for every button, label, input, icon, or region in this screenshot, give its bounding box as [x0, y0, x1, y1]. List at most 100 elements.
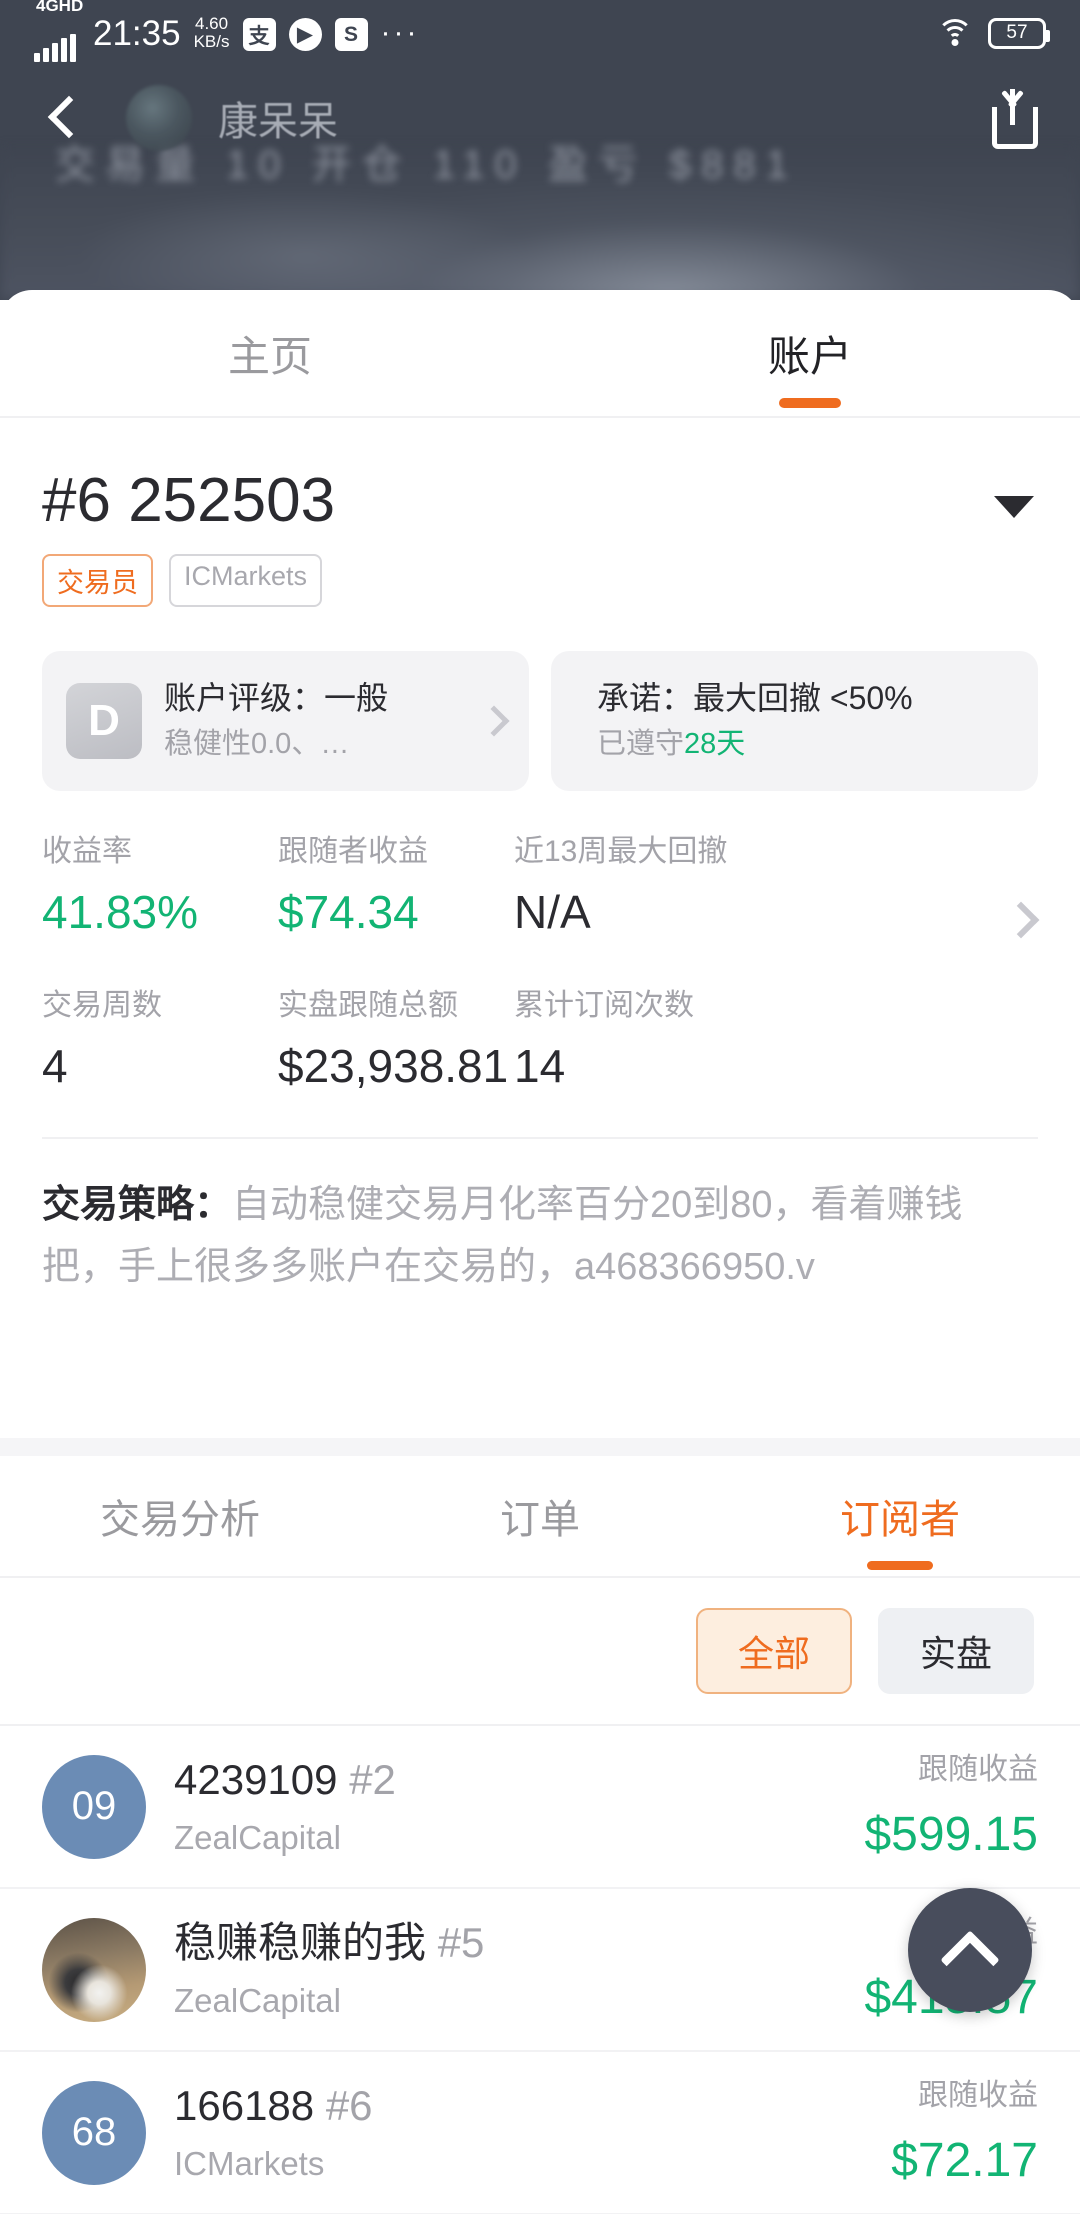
s-app-icon: S — [334, 18, 368, 52]
back-arrow-icon[interactable] — [34, 90, 90, 146]
statistics-grid: 收益率 41.83% 跟随者收益 $74.34 近13周最大回撤 N/A 交易周… — [0, 791, 1080, 1089]
stat-label: 交易周数 — [42, 989, 162, 1022]
table-row[interactable]: 68 166188 #6 ICMarkets 跟随收益 $72.17 — [0, 2052, 1080, 2214]
follow-profit-value: $72.17 — [891, 2133, 1038, 2187]
chevron-down-icon[interactable] — [994, 496, 1034, 518]
account-id: #6 252503 — [42, 466, 336, 535]
subscriber-name: 166188 #6 — [174, 2085, 373, 2127]
promise-title: 承诺：最大回撤 <50% — [597, 680, 913, 717]
filter-chip-all[interactable]: 全部 — [696, 1608, 852, 1694]
tab-account-label: 账户 — [767, 332, 852, 380]
stat-label: 跟随者收益 — [278, 835, 428, 868]
tab-trade-analysis-label: 交易分析 — [100, 1498, 260, 1542]
battery-icon: 57 — [988, 17, 1050, 49]
grade-badge: D — [66, 683, 142, 759]
subscriber-rank: #2 — [349, 1756, 396, 1803]
subscriber-account: 166188 — [174, 2082, 315, 2129]
subscriber-rank: #6 — [325, 2082, 373, 2129]
account-rating-title: 账户评级：一般 — [164, 680, 389, 717]
subscriber-rank: #5 — [437, 1919, 485, 1966]
network-speed: 4.60 KB/s — [193, 13, 230, 52]
subscriber-broker: ICMarkets — [174, 2145, 325, 2182]
status-bar-right: 57 — [936, 17, 1050, 49]
section-gap — [0, 1438, 1080, 1456]
follow-profit-label: 跟随收益 — [918, 2078, 1038, 2112]
stat-return-rate: 收益率 41.83% — [42, 835, 278, 938]
promise-card[interactable]: 承诺：最大回撤 <50% 已遵守28天 — [551, 651, 1038, 791]
play-icon: ▶ — [288, 18, 322, 52]
subscriber-broker: ZealCapital — [174, 1982, 341, 2019]
scroll-to-top-button[interactable] — [908, 1888, 1032, 2012]
stat-value: 14 — [514, 1040, 566, 1092]
stat-total-subscriptions: 累计订阅次数 14 — [514, 989, 1038, 1092]
stats-row-2: 交易周数 4 实盘跟随总额 $23,938.81 累计订阅次数 14 — [42, 989, 1038, 1092]
avatar[interactable] — [126, 85, 192, 151]
strategy-description: 交易策略：自动稳健交易月化率百分20到80，看着赚钱把，手上很多多账户在交易的，… — [0, 1139, 1080, 1298]
promise-subtitle: 已遵守28天 — [597, 725, 1014, 763]
promise-kept-days: 28天 — [684, 728, 746, 761]
chevron-right-icon — [478, 705, 510, 737]
tab-orders[interactable]: 订单 — [360, 1456, 720, 1576]
subscriber-broker: ZealCapital — [174, 1819, 341, 1856]
network-type-label: 4GHD — [36, 0, 84, 16]
subscriber-account: 稳赚稳赚的我 — [174, 1919, 427, 1966]
subscriber-name: 4239109 #2 — [174, 1759, 396, 1801]
more-icons-ellipsis: ··· — [380, 16, 420, 50]
stat-follower-profit: 跟随者收益 $74.34 — [278, 835, 514, 938]
stat-value: $74.34 — [278, 886, 419, 938]
tab-subscribers[interactable]: 订阅者 — [720, 1456, 1080, 1576]
sub-tab-bar: 交易分析 订单 订阅者 — [0, 1456, 1080, 1578]
stat-value: 41.83% — [42, 886, 199, 938]
share-icon[interactable] — [984, 85, 1046, 151]
follow-profit-label: 跟随收益 — [918, 1752, 1038, 1786]
network-speed-value: 4.60 — [195, 13, 229, 33]
avatar: 09 — [42, 1754, 146, 1859]
alipay-icon: 支 — [242, 18, 276, 52]
stat-value: N/A — [514, 886, 591, 938]
stat-max-drawdown-13w: 近13周最大回撤 N/A — [514, 835, 1038, 938]
tab-home-label: 主页 — [227, 332, 312, 380]
signal-icon: 4GHD — [34, 0, 83, 63]
stat-label: 累计订阅次数 — [514, 989, 694, 1022]
stat-value: $23,938.81 — [278, 1040, 509, 1092]
stats-row-1: 收益率 41.83% 跟随者收益 $74.34 近13周最大回撤 N/A — [42, 835, 1038, 938]
avatar: 68 — [42, 2080, 146, 2185]
app-root: 交易量 10 开仓 110 盈亏 $881 4GHD 21:35 4.60 KB… — [0, 0, 1080, 2214]
tab-home[interactable]: 主页 — [0, 290, 540, 416]
top-tab-bar: 主页 账户 — [0, 290, 1080, 418]
account-rating-subtitle: 稳健性0.0、… — [164, 728, 350, 761]
stat-trading-weeks: 交易周数 4 — [42, 989, 278, 1092]
tab-subscribers-label: 订阅者 — [840, 1498, 960, 1542]
network-speed-unit: KB/s — [193, 32, 230, 51]
table-row[interactable]: 09 4239109 #2 ZealCapital 跟随收益 $599.15 — [0, 1726, 1080, 1889]
follow-profit-value: $599.15 — [864, 1807, 1038, 1861]
subscriber-name: 稳赚稳赚的我 #5 — [174, 1922, 484, 1964]
stat-label: 实盘跟随总额 — [278, 989, 458, 1022]
filter-chip-group: 全部 实盘 — [0, 1578, 1080, 1726]
tab-account[interactable]: 账户 — [540, 290, 1080, 416]
chevron-up-icon — [940, 1930, 1000, 1990]
strategy-label: 交易策略： — [42, 1184, 233, 1226]
tab-orders-label: 订单 — [500, 1498, 580, 1542]
profile-username: 康呆呆 — [218, 100, 338, 144]
broker-badge: ICMarkets — [169, 554, 323, 607]
account-rating-card[interactable]: D 账户评级：一般 稳健性0.0、… — [42, 651, 529, 791]
status-badge: 交易员 — [42, 554, 153, 607]
stat-label: 收益率 — [42, 835, 132, 868]
subtab-active-indicator — [867, 1561, 933, 1570]
avatar — [42, 1917, 146, 2022]
summary-cards: D 账户评级：一般 稳健性0.0、… 承诺：最大回撤 <50% 已遵守28天 — [0, 607, 1080, 791]
filter-chip-live[interactable]: 实盘 — [878, 1608, 1034, 1694]
tab-active-indicator — [779, 398, 841, 408]
clock-label: 21:35 — [93, 14, 181, 54]
tab-trade-analysis[interactable]: 交易分析 — [0, 1456, 360, 1576]
wifi-icon — [936, 17, 974, 49]
subscriber-account: 4239109 — [174, 1756, 338, 1803]
stat-total-live-follow: 实盘跟随总额 $23,938.81 — [278, 989, 514, 1092]
navigation-bar: 康呆呆 — [0, 66, 1080, 170]
account-badges: 交易员 ICMarkets — [42, 554, 1038, 607]
stat-value: 4 — [42, 1040, 68, 1092]
stat-label: 近13周最大回撤 — [514, 835, 728, 868]
promise-kept-prefix: 已遵守 — [597, 728, 685, 761]
status-bar: 4GHD 21:35 4.60 KB/s 支 ▶ S ··· 57 — [0, 0, 1080, 66]
